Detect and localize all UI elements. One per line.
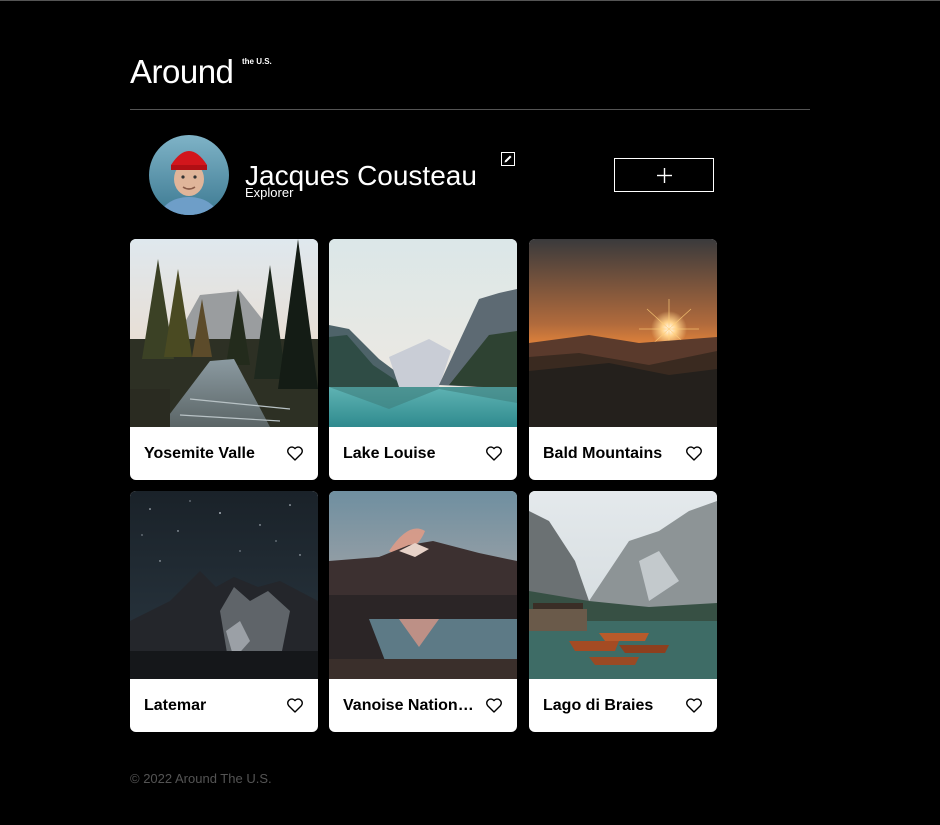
card: Lago di Braies [529,491,717,732]
card: Bald Mountains [529,239,717,480]
card-image-forest-river[interactable] [130,239,318,427]
card-title: Yosemite Valle [144,445,255,462]
card-image-mountain-lake[interactable] [329,239,517,427]
card: Yosemite Valle [130,239,318,480]
logo-superscript: the U.S. [242,57,272,66]
like-button[interactable] [486,698,502,713]
card-title: Vanoise Nation… [343,697,474,714]
card: Lake Louise [329,239,517,480]
heart-icon [486,446,502,461]
profile-job: Explorer [245,185,294,200]
add-card-button[interactable] [614,158,714,192]
card-image-sunset-mountains[interactable] [529,239,717,427]
card-image-night-mountain[interactable] [130,491,318,679]
card-title: Bald Mountains [543,445,663,462]
logo-main: Around [130,53,234,90]
heart-icon [686,446,702,461]
card-title: Latemar [144,697,207,714]
footer-copyright: © 2022 Around The U.S. [130,771,272,786]
plus-icon [657,168,672,183]
card: Latemar [130,491,318,732]
pencil-edit-icon [504,155,512,163]
heart-icon [686,698,702,713]
like-button[interactable] [686,698,702,713]
profile: Jacques Cousteau Explorer [149,135,715,215]
heart-icon [287,446,303,461]
like-button[interactable] [486,446,502,461]
edit-profile-button[interactable] [501,152,515,166]
header: Around the U.S. [130,53,810,110]
avatar[interactable] [149,135,229,215]
heart-icon [287,698,303,713]
like-button[interactable] [287,446,303,461]
like-button[interactable] [287,698,303,713]
footer: © 2022 Around The U.S. [130,771,272,786]
card-title: Lake Louise [343,445,436,462]
heart-icon [486,698,502,713]
like-button[interactable] [686,446,702,461]
card: Vanoise Nation… [329,491,517,732]
card-title: Lago di Braies [543,697,654,714]
card-image-dusk-lake[interactable] [329,491,517,679]
card-image-alpine-lake-boats[interactable] [529,491,717,679]
page: Around the U.S. Jacques Cousteau Explore… [0,0,940,825]
